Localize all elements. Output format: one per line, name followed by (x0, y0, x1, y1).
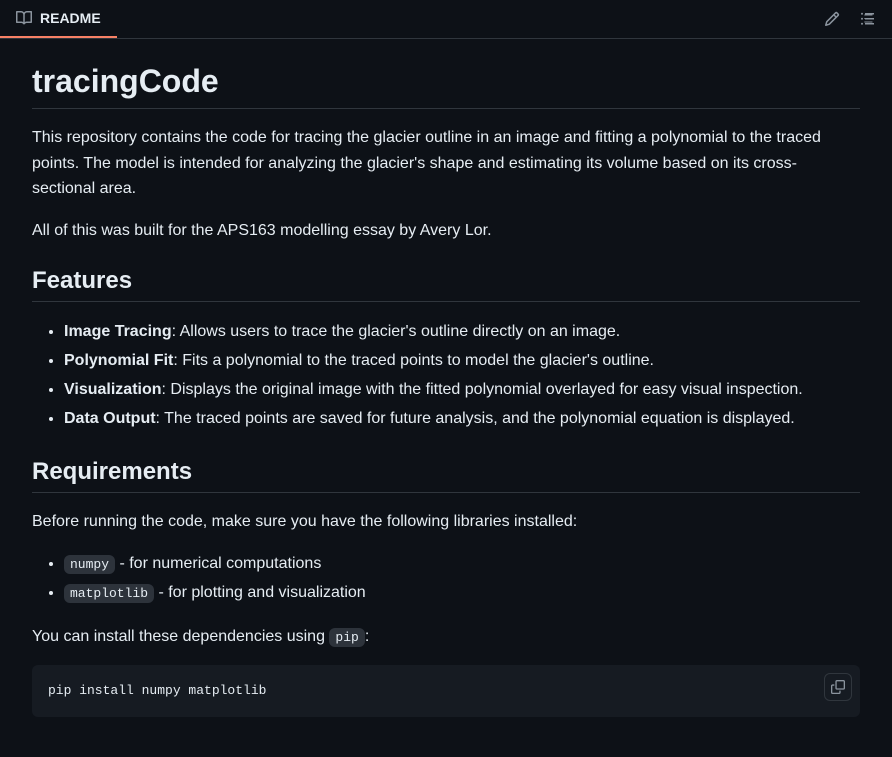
code-inline: pip (329, 628, 364, 647)
features-heading: Features (32, 267, 860, 302)
intro-paragraph-1: This repository contains the code for tr… (32, 125, 860, 202)
edit-button[interactable] (816, 3, 848, 35)
install-text: You can install these dependencies using… (32, 624, 860, 650)
copy-button[interactable] (824, 673, 852, 701)
list-item: Visualization: Displays the original ima… (64, 376, 860, 405)
intro-paragraph-2: All of this was built for the APS163 mod… (32, 218, 860, 244)
outline-button[interactable] (852, 3, 884, 35)
code-content: pip install numpy matplotlib (48, 681, 844, 701)
pencil-icon (824, 11, 840, 27)
list-item: matplotlib - for plotting and visualizat… (64, 579, 860, 608)
copy-icon (831, 680, 845, 694)
readme-header: README (0, 0, 892, 39)
page-title: tracingCode (32, 63, 860, 109)
code-inline: matplotlib (64, 584, 154, 603)
list-item: Polynomial Fit: Fits a polynomial to the… (64, 347, 860, 376)
list-item: numpy - for numerical computations (64, 550, 860, 579)
header-right (816, 3, 884, 35)
header-left: README (0, 0, 117, 38)
book-icon (16, 10, 32, 26)
requirements-heading: Requirements (32, 458, 860, 493)
list-icon (860, 11, 876, 27)
readme-content: tracingCode This repository contains the… (0, 39, 892, 757)
requirements-intro: Before running the code, make sure you h… (32, 509, 860, 535)
requirements-list: numpy - for numerical computations matpl… (32, 550, 860, 608)
tab-readme[interactable]: README (0, 0, 117, 38)
list-item: Data Output: The traced points are saved… (64, 405, 860, 434)
list-item: Image Tracing: Allows users to trace the… (64, 318, 860, 347)
code-block: pip install numpy matplotlib (32, 665, 860, 717)
code-inline: numpy (64, 555, 115, 574)
readme-label: README (40, 10, 101, 26)
features-list: Image Tracing: Allows users to trace the… (32, 318, 860, 433)
